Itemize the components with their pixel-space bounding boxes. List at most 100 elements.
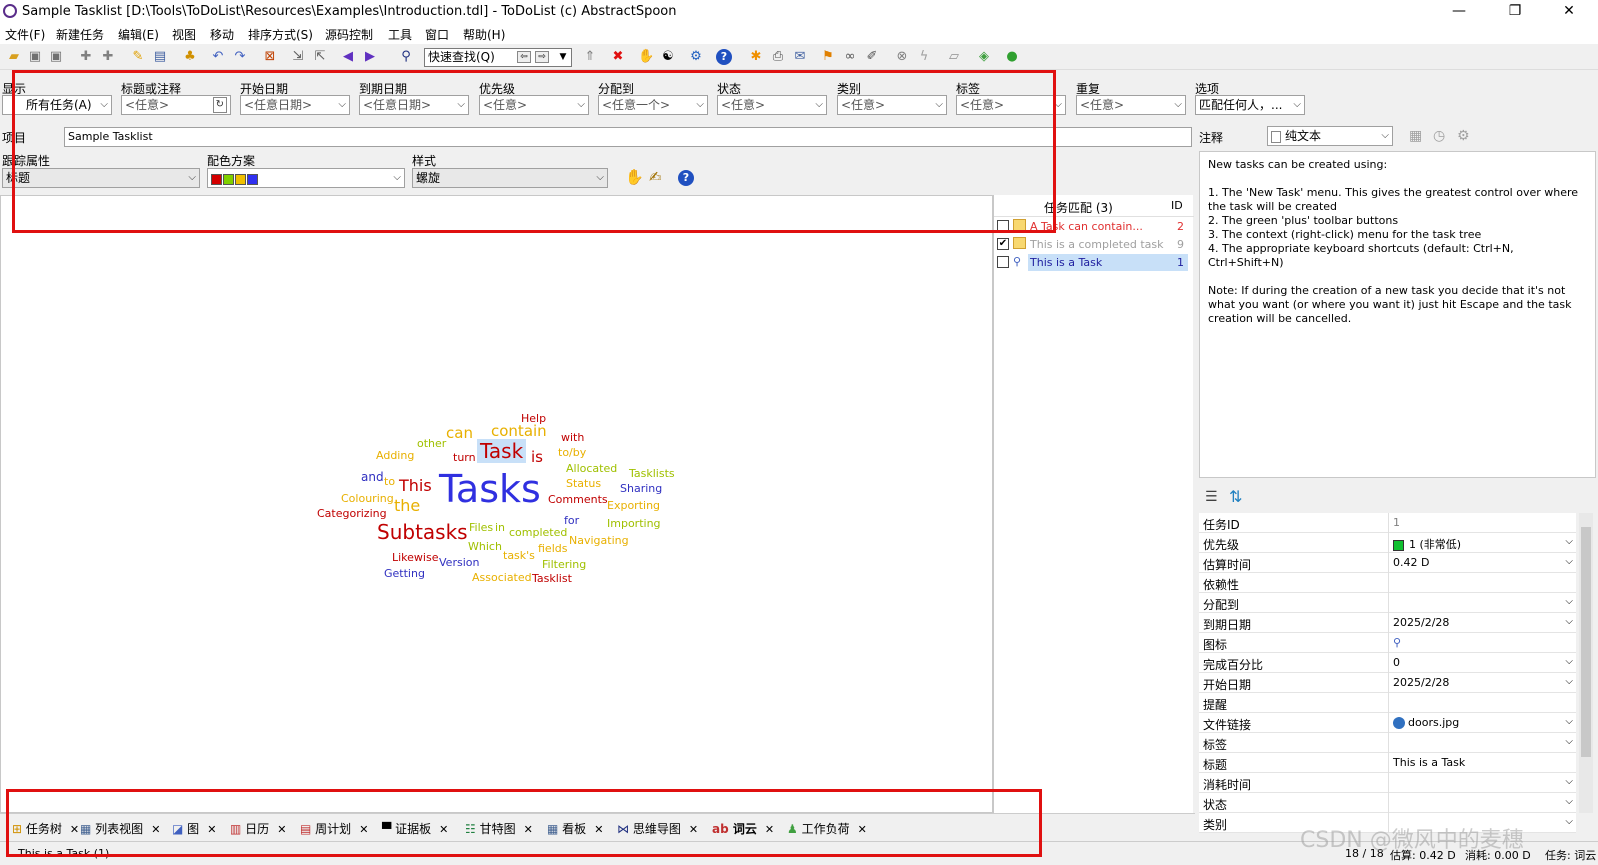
chevron-down-icon[interactable]: ⌵: [1565, 656, 1573, 667]
properties-scrollbar[interactable]: [1579, 513, 1593, 813]
cloud-word[interactable]: Task: [477, 439, 527, 463]
style-combo[interactable]: 螺旋 ⌵: [412, 168, 608, 188]
cloud-word[interactable]: Likewise: [392, 551, 438, 564]
property-row[interactable]: 状态 ⌵: [1199, 793, 1576, 813]
chevron-down-icon[interactable]: ⌵: [1565, 676, 1573, 687]
chevron-down-icon[interactable]: ⌵: [1565, 816, 1573, 827]
property-value[interactable]: ⌵: [1388, 773, 1576, 793]
cloud-word[interactable]: is: [531, 448, 543, 466]
property-row[interactable]: 任务ID 1: [1199, 513, 1576, 533]
tab-list-view[interactable]: ▦ 列表视图 ✕: [80, 820, 160, 837]
cloud-word[interactable]: Exporting: [607, 499, 660, 512]
quick-find-input[interactable]: 快速查找(Q): [424, 48, 572, 67]
property-row[interactable]: 标题 This is a Task: [1199, 753, 1576, 773]
refresh-icon[interactable]: ↻: [212, 97, 227, 113]
tab-graph[interactable]: ◪ 图 ✕: [172, 820, 216, 837]
property-value[interactable]: ⌵: [1388, 793, 1576, 813]
tag-icon[interactable]: ◈: [976, 49, 992, 65]
save-all-icon[interactable]: ▣: [48, 49, 64, 65]
help-icon[interactable]: ?: [716, 49, 732, 65]
restore-button[interactable]: ❐: [1492, 0, 1538, 24]
tab-task-tree[interactable]: ⊞ 任务树 ✕: [12, 820, 79, 837]
menu-new-task[interactable]: 新建任务: [56, 26, 104, 43]
redo-icon[interactable]: ↷: [232, 49, 248, 65]
edit-hand-icon[interactable]: ✍: [649, 168, 662, 186]
color-scheme-combo[interactable]: ⌵: [207, 168, 405, 188]
expand-icon[interactable]: ⇲: [290, 49, 306, 65]
menu-sort[interactable]: 排序方式(S): [248, 26, 313, 43]
match-row[interactable]: A Task can contain... 2: [994, 218, 1190, 235]
cloud-word[interactable]: in: [495, 521, 505, 534]
chevron-down-icon[interactable]: ⌵: [1565, 556, 1573, 567]
globe-icon[interactable]: ●: [1004, 49, 1020, 65]
property-value[interactable]: ⌵: [1388, 733, 1576, 753]
minimize-button[interactable]: —: [1436, 0, 1482, 24]
property-value[interactable]: This is a Task: [1388, 753, 1576, 773]
checkbox[interactable]: [997, 220, 1009, 232]
property-value[interactable]: ⌵: [1388, 593, 1576, 613]
project-name-input[interactable]: Sample Tasklist: [64, 127, 1192, 147]
edit-pencil-icon[interactable]: ✎: [130, 49, 146, 65]
reminder-bell-icon[interactable]: ♣: [182, 49, 198, 65]
property-row[interactable]: 开始日期 2025/2/28 ⌵: [1199, 673, 1576, 693]
property-value[interactable]: 0 ⌵: [1388, 653, 1576, 673]
checkbox[interactable]: [997, 256, 1009, 268]
find-next-icon[interactable]: ⇨: [535, 51, 549, 63]
find-prev-icon[interactable]: ⇦: [517, 51, 531, 63]
list-icon[interactable]: ☰: [1205, 489, 1218, 505]
match-row[interactable]: ⚲ This is a Task 1: [994, 254, 1190, 271]
close-icon[interactable]: ✕: [277, 823, 286, 836]
chevron-down-icon[interactable]: ⌵: [1565, 616, 1573, 627]
close-icon[interactable]: ✕: [439, 823, 448, 836]
close-button[interactable]: ✕: [1546, 0, 1592, 24]
close-icon[interactable]: ✕: [594, 823, 603, 836]
property-value[interactable]: 2025/2/28 ⌵: [1388, 673, 1576, 693]
menu-view[interactable]: 视图: [172, 26, 196, 43]
property-row[interactable]: 图标 ⚲: [1199, 633, 1576, 653]
save-icon[interactable]: ▣: [27, 49, 43, 65]
cloud-word[interactable]: with: [561, 431, 584, 444]
property-row[interactable]: 完成百分比 0 ⌵: [1199, 653, 1576, 673]
cloud-word[interactable]: fields: [538, 542, 567, 555]
sort-icon[interactable]: ⇅: [1229, 487, 1242, 506]
brush-icon[interactable]: ✐: [864, 49, 880, 65]
cloud-word[interactable]: Navigating: [569, 534, 629, 547]
cloud-word[interactable]: Tasklist: [532, 572, 572, 585]
menu-help[interactable]: 帮助(H): [463, 26, 505, 43]
close-icon[interactable]: ✕: [689, 823, 698, 836]
property-row[interactable]: 文件链接 doors.jpg ⌵: [1199, 713, 1576, 733]
cloud-word[interactable]: contain: [491, 422, 547, 440]
menu-tools[interactable]: 工具: [388, 26, 412, 43]
property-row[interactable]: 到期日期 2025/2/28 ⌵: [1199, 613, 1576, 633]
move-up-icon[interactable]: ⇑: [582, 49, 598, 65]
property-row[interactable]: 消耗时间 ⌵: [1199, 773, 1576, 793]
tab-week-planner[interactable]: ▤ 周计划 ✕: [300, 820, 368, 837]
close-icon[interactable]: ✕: [524, 823, 533, 836]
menu-move[interactable]: 移动: [210, 26, 234, 43]
lightning-icon[interactable]: ϟ: [916, 49, 932, 65]
tab-calendar[interactable]: ▥ 日历 ✕: [230, 820, 286, 837]
cloud-word[interactable]: to/by: [558, 446, 586, 459]
chevron-down-icon[interactable]: ⌵: [1565, 796, 1573, 807]
property-row[interactable]: 优先级 1 (非常低) ⌵: [1199, 533, 1576, 553]
quick-find-dropdown-icon[interactable]: ▼: [555, 49, 571, 65]
cloud-word[interactable]: Comments: [548, 493, 608, 506]
property-value[interactable]: ⚲: [1388, 633, 1576, 653]
flag-icon[interactable]: ⚑: [820, 49, 836, 65]
email-icon[interactable]: ✉: [792, 49, 808, 65]
property-row[interactable]: 提醒: [1199, 693, 1576, 713]
open-folder-icon[interactable]: ▰: [6, 49, 22, 65]
notes-format-combo[interactable]: 纯文本 ⌵: [1267, 126, 1393, 146]
tracking-attr-combo[interactable]: 标题 ⌵: [2, 168, 200, 188]
back-arrow-icon[interactable]: ◀: [340, 49, 356, 65]
close-icon[interactable]: ✕: [70, 823, 79, 836]
cloud-word[interactable]: turn: [453, 451, 476, 464]
property-row[interactable]: 分配到 ⌵: [1199, 593, 1576, 613]
cloud-word[interactable]: Importing: [607, 517, 661, 530]
close-icon[interactable]: ✕: [151, 823, 160, 836]
delete-icon[interactable]: ✖: [610, 49, 626, 65]
property-row[interactable]: 估算时间 0.42 D ⌵: [1199, 553, 1576, 573]
help-icon[interactable]: ?: [678, 170, 694, 186]
cloud-word[interactable]: This: [399, 476, 432, 495]
binoculars-icon[interactable]: ⚲: [398, 49, 414, 65]
